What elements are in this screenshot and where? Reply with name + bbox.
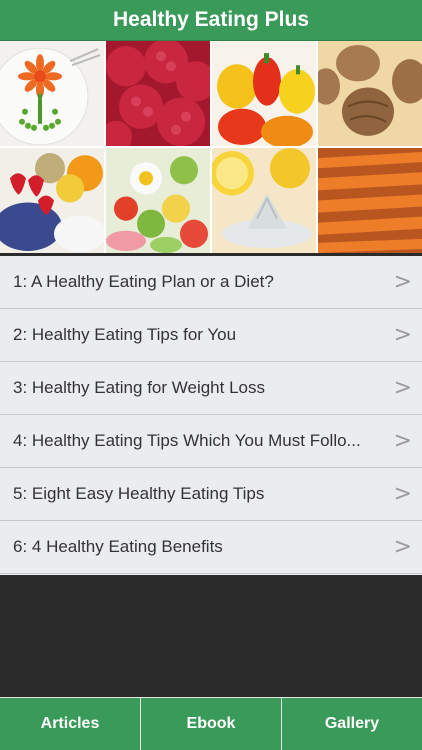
chevron-right-icon: > xyxy=(393,322,412,348)
article-row-1[interactable]: 1: A Healthy Eating Plan or a Diet? > xyxy=(0,256,422,309)
article-row-6[interactable]: 6: 4 Healthy Eating Benefits > xyxy=(0,521,422,574)
tab-gallery[interactable]: Gallery xyxy=(281,697,422,750)
salad-image[interactable] xyxy=(106,148,210,253)
article-row-5[interactable]: 5: Eight Easy Healthy Eating Tips > xyxy=(0,468,422,521)
lemon-juicer-image[interactable] xyxy=(212,148,316,253)
article-title: 3: Healthy Eating for Weight Loss xyxy=(13,378,265,397)
tab-ebook[interactable]: Ebook xyxy=(140,697,281,750)
article-list: 1: A Healthy Eating Plan or a Diet? > 2:… xyxy=(0,256,422,575)
carrots-image[interactable] xyxy=(318,148,422,253)
chevron-right-icon: > xyxy=(393,534,412,560)
chevron-right-icon: > xyxy=(393,428,412,454)
article-title: 5: Eight Easy Healthy Eating Tips xyxy=(13,484,265,503)
app-title: Healthy Eating Plus xyxy=(112,8,310,31)
chevron-right-icon: > xyxy=(393,269,412,295)
article-row-2[interactable]: 2: Healthy Eating Tips for You > xyxy=(0,309,422,362)
article-title: 6: 4 Healthy Eating Benefits xyxy=(13,537,223,556)
chevron-right-icon: > xyxy=(393,481,412,507)
berries-fruit-image[interactable] xyxy=(0,148,104,253)
tab-label: Ebook xyxy=(186,715,236,732)
app-header: Healthy Eating Plus xyxy=(0,0,422,41)
article-title: 1: A Healthy Eating Plan or a Diet? xyxy=(13,272,274,291)
tab-bar: Articles Ebook Gallery xyxy=(0,697,422,750)
chevron-right-icon: > xyxy=(393,375,412,401)
flower-plate-image[interactable] xyxy=(0,41,104,146)
tab-articles[interactable]: Articles xyxy=(0,697,140,750)
tab-label: Gallery xyxy=(324,715,380,732)
raspberries-image[interactable] xyxy=(106,41,210,146)
photo-gallery xyxy=(0,41,422,253)
peppers-image[interactable] xyxy=(212,41,316,146)
article-row-3[interactable]: 3: Healthy Eating for Weight Loss > xyxy=(0,362,422,415)
article-title: 4: Healthy Eating Tips Which You Must Fo… xyxy=(13,431,361,450)
article-title: 2: Healthy Eating Tips for You xyxy=(13,325,237,344)
walnuts-image[interactable] xyxy=(318,41,422,146)
tab-label: Articles xyxy=(40,715,100,732)
article-row-4[interactable]: 4: Healthy Eating Tips Which You Must Fo… xyxy=(0,415,422,468)
